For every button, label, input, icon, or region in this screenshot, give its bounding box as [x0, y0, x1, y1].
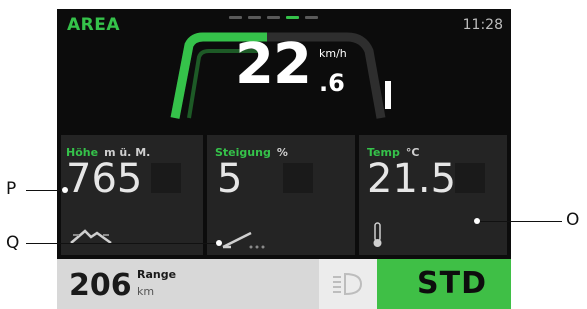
callout-q-label: Q: [6, 233, 20, 253]
range-label: Range: [137, 268, 177, 281]
page-dot: [248, 16, 261, 19]
tile-temperature: Temp °C 21.5: [359, 135, 507, 255]
mountain-icon: [70, 229, 112, 245]
callout-q-dot: [216, 240, 222, 246]
tile-altitude: Höhe m ü. M. 765: [61, 135, 203, 255]
area-label: AREA: [67, 15, 121, 35]
callout-p-line: [26, 190, 64, 191]
speed-value: 22: [235, 32, 312, 97]
page-dot: [267, 16, 280, 19]
range-unit: km: [137, 285, 155, 298]
tile-graph-box: [283, 163, 313, 193]
tile-gradient: Steigung% 5: [207, 135, 355, 255]
page-dot: [305, 16, 318, 19]
tile-graph-box: [455, 163, 485, 193]
light-button[interactable]: [319, 259, 377, 309]
tile-graph-box: [151, 163, 181, 193]
tile-value: 21.5: [367, 156, 457, 202]
callout-p-label: P: [6, 179, 17, 199]
page-dot-active: [286, 16, 299, 19]
slope-icon: [222, 231, 265, 249]
range-value: 206: [69, 268, 132, 303]
page-dot: [229, 16, 242, 19]
headlight-icon: [333, 272, 363, 296]
tile-unit: %: [276, 146, 288, 159]
tile-value: 765: [66, 156, 143, 202]
callout-o-line: [478, 221, 562, 222]
thermometer-icon: [373, 222, 382, 247]
callout-q-line: [26, 243, 218, 244]
clock: 11:28: [462, 17, 503, 33]
tile-value: 5: [217, 156, 243, 202]
page-indicator: [229, 16, 318, 19]
display-screen: AREA 11:28 22 km/h .6 Höhe m ü. M. 765 St…: [57, 9, 511, 309]
speed-unit: km/h: [319, 47, 347, 60]
callout-p-dot: [62, 187, 68, 193]
assist-level-bar: [385, 81, 391, 109]
speed-decimal: .6: [319, 69, 345, 97]
callout-o-label: O: [566, 210, 580, 230]
callout-o-dot: [474, 218, 480, 224]
mode-label: STD: [417, 266, 487, 301]
